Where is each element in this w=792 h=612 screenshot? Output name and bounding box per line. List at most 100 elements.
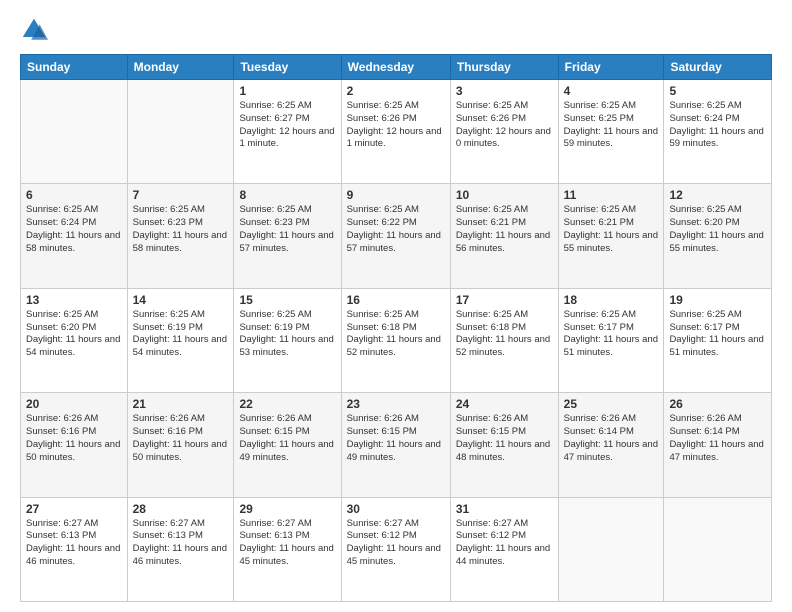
day-number: 8 xyxy=(239,188,335,202)
day-info: Sunrise: 6:25 AM Sunset: 6:23 PM Dayligh… xyxy=(239,204,335,255)
day-info: Sunrise: 6:27 AM Sunset: 6:13 PM Dayligh… xyxy=(133,518,229,569)
weekday-header-monday: Monday xyxy=(127,55,234,80)
calendar-cell: 23Sunrise: 6:26 AM Sunset: 6:15 PM Dayli… xyxy=(341,393,450,497)
weekday-header-wednesday: Wednesday xyxy=(341,55,450,80)
day-info: Sunrise: 6:27 AM Sunset: 6:12 PM Dayligh… xyxy=(347,518,445,569)
day-number: 20 xyxy=(26,397,122,411)
day-info: Sunrise: 6:26 AM Sunset: 6:15 PM Dayligh… xyxy=(456,413,553,464)
week-row-3: 13 Sunrise: 6:25 AM Sunset: 6:20 PM Dayli… xyxy=(21,288,772,392)
calendar-cell: 6 Sunrise: 6:25 AM Sunset: 6:24 PM Daylig… xyxy=(21,184,128,288)
day-number: 19 xyxy=(669,293,766,307)
day-number: 17 xyxy=(456,293,553,307)
day-info: Sunrise: 6:27 AM Sunset: 6:13 PM Dayligh… xyxy=(239,518,335,569)
day-info: Sunrise: 6:26 AM Sunset: 6:14 PM Dayligh… xyxy=(669,413,766,464)
calendar-cell: 1Sunrise: 6:25 AM Sunset: 6:27 PM Daylig… xyxy=(234,80,341,184)
calendar-cell: 15 Sunrise: 6:25 AM Sunset: 6:19 PM Dayli… xyxy=(234,288,341,392)
calendar-cell: 17Sunrise: 6:25 AM Sunset: 6:18 PM Dayli… xyxy=(450,288,558,392)
day-info: Sunrise: 6:25 AM Sunset: 6:24 PM Dayligh… xyxy=(26,204,122,255)
calendar-cell xyxy=(664,497,772,601)
day-info: Sunrise: 6:25 AM Sunset: 6:26 PM Dayligh… xyxy=(347,100,445,151)
calendar-cell: 20 Sunrise: 6:26 AM Sunset: 6:16 PM Dayli… xyxy=(21,393,128,497)
calendar-cell: 18 Sunrise: 6:25 AM Sunset: 6:17 PM Dayli… xyxy=(558,288,664,392)
calendar-cell: 9 Sunrise: 6:25 AM Sunset: 6:22 PM Daylig… xyxy=(341,184,450,288)
day-info: Sunrise: 6:26 AM Sunset: 6:14 PM Dayligh… xyxy=(564,413,659,464)
day-info: Sunrise: 6:25 AM Sunset: 6:20 PM Dayligh… xyxy=(669,204,766,255)
day-number: 7 xyxy=(133,188,229,202)
day-number: 10 xyxy=(456,188,553,202)
calendar-cell: 8 Sunrise: 6:25 AM Sunset: 6:23 PM Daylig… xyxy=(234,184,341,288)
day-number: 25 xyxy=(564,397,659,411)
calendar-cell: 5 Sunrise: 6:25 AM Sunset: 6:24 PM Daylig… xyxy=(664,80,772,184)
calendar-cell: 27 Sunrise: 6:27 AM Sunset: 6:13 PM Dayli… xyxy=(21,497,128,601)
weekday-header-friday: Friday xyxy=(558,55,664,80)
day-info: Sunrise: 6:25 AM Sunset: 6:21 PM Dayligh… xyxy=(456,204,553,255)
day-number: 18 xyxy=(564,293,659,307)
calendar-cell: 13 Sunrise: 6:25 AM Sunset: 6:20 PM Dayli… xyxy=(21,288,128,392)
day-number: 28 xyxy=(133,502,229,516)
calendar-cell: 26 Sunrise: 6:26 AM Sunset: 6:14 PM Dayli… xyxy=(664,393,772,497)
day-number: 26 xyxy=(669,397,766,411)
day-number: 21 xyxy=(133,397,229,411)
calendar-cell: 24Sunrise: 6:26 AM Sunset: 6:15 PM Dayli… xyxy=(450,393,558,497)
day-info: Sunrise: 6:26 AM Sunset: 6:15 PM Dayligh… xyxy=(347,413,445,464)
calendar-cell: 21 Sunrise: 6:26 AM Sunset: 6:16 PM Dayli… xyxy=(127,393,234,497)
logo-icon xyxy=(20,16,48,44)
page: SundayMondayTuesdayWednesdayThursdayFrid… xyxy=(0,0,792,612)
calendar-cell: 3 Sunrise: 6:25 AM Sunset: 6:26 PM Daylig… xyxy=(450,80,558,184)
calendar-cell: 19 Sunrise: 6:25 AM Sunset: 6:17 PM Dayli… xyxy=(664,288,772,392)
day-info: Sunrise: 6:25 AM Sunset: 6:21 PM Dayligh… xyxy=(564,204,659,255)
calendar-cell: 29 Sunrise: 6:27 AM Sunset: 6:13 PM Dayli… xyxy=(234,497,341,601)
calendar-cell: 31 Sunrise: 6:27 AM Sunset: 6:12 PM Dayli… xyxy=(450,497,558,601)
calendar-cell: 22Sunrise: 6:26 AM Sunset: 6:15 PM Dayli… xyxy=(234,393,341,497)
day-number: 5 xyxy=(669,84,766,98)
logo xyxy=(20,16,52,44)
day-number: 13 xyxy=(26,293,122,307)
calendar-cell: 10 Sunrise: 6:25 AM Sunset: 6:21 PM Dayli… xyxy=(450,184,558,288)
day-number: 9 xyxy=(347,188,445,202)
calendar-cell xyxy=(558,497,664,601)
day-number: 3 xyxy=(456,84,553,98)
day-info: Sunrise: 6:27 AM Sunset: 6:13 PM Dayligh… xyxy=(26,518,122,569)
calendar-cell: 25 Sunrise: 6:26 AM Sunset: 6:14 PM Dayli… xyxy=(558,393,664,497)
weekday-header-sunday: Sunday xyxy=(21,55,128,80)
day-number: 31 xyxy=(456,502,553,516)
day-number: 16 xyxy=(347,293,445,307)
weekday-header-saturday: Saturday xyxy=(664,55,772,80)
calendar-cell: 28 Sunrise: 6:27 AM Sunset: 6:13 PM Dayli… xyxy=(127,497,234,601)
day-info: Sunrise: 6:25 AM Sunset: 6:24 PM Dayligh… xyxy=(669,100,766,151)
day-info: Sunrise: 6:25 AM Sunset: 6:17 PM Dayligh… xyxy=(564,309,659,360)
day-number: 6 xyxy=(26,188,122,202)
day-info: Sunrise: 6:25 AM Sunset: 6:19 PM Dayligh… xyxy=(239,309,335,360)
day-number: 15 xyxy=(239,293,335,307)
calendar-cell: 7Sunrise: 6:25 AM Sunset: 6:23 PM Daylig… xyxy=(127,184,234,288)
calendar-cell xyxy=(127,80,234,184)
day-info: Sunrise: 6:26 AM Sunset: 6:16 PM Dayligh… xyxy=(133,413,229,464)
day-number: 27 xyxy=(26,502,122,516)
day-info: Sunrise: 6:25 AM Sunset: 6:25 PM Dayligh… xyxy=(564,100,659,151)
week-row-2: 6 Sunrise: 6:25 AM Sunset: 6:24 PM Daylig… xyxy=(21,184,772,288)
day-info: Sunrise: 6:27 AM Sunset: 6:12 PM Dayligh… xyxy=(456,518,553,569)
day-info: Sunrise: 6:25 AM Sunset: 6:27 PM Dayligh… xyxy=(239,100,335,151)
header xyxy=(20,16,772,44)
week-row-1: 1Sunrise: 6:25 AM Sunset: 6:27 PM Daylig… xyxy=(21,80,772,184)
calendar-cell: 14Sunrise: 6:25 AM Sunset: 6:19 PM Dayli… xyxy=(127,288,234,392)
day-info: Sunrise: 6:25 AM Sunset: 6:17 PM Dayligh… xyxy=(669,309,766,360)
day-number: 11 xyxy=(564,188,659,202)
calendar-cell: 4Sunrise: 6:25 AM Sunset: 6:25 PM Daylig… xyxy=(558,80,664,184)
weekday-header-row: SundayMondayTuesdayWednesdayThursdayFrid… xyxy=(21,55,772,80)
calendar-cell: 30Sunrise: 6:27 AM Sunset: 6:12 PM Dayli… xyxy=(341,497,450,601)
day-info: Sunrise: 6:25 AM Sunset: 6:19 PM Dayligh… xyxy=(133,309,229,360)
calendar-table: SundayMondayTuesdayWednesdayThursdayFrid… xyxy=(20,54,772,602)
day-number: 29 xyxy=(239,502,335,516)
week-row-4: 20 Sunrise: 6:26 AM Sunset: 6:16 PM Dayli… xyxy=(21,393,772,497)
day-info: Sunrise: 6:25 AM Sunset: 6:22 PM Dayligh… xyxy=(347,204,445,255)
day-info: Sunrise: 6:25 AM Sunset: 6:26 PM Dayligh… xyxy=(456,100,553,151)
day-info: Sunrise: 6:26 AM Sunset: 6:16 PM Dayligh… xyxy=(26,413,122,464)
calendar-cell: 2Sunrise: 6:25 AM Sunset: 6:26 PM Daylig… xyxy=(341,80,450,184)
day-info: Sunrise: 6:25 AM Sunset: 6:20 PM Dayligh… xyxy=(26,309,122,360)
calendar-cell: 11 Sunrise: 6:25 AM Sunset: 6:21 PM Dayli… xyxy=(558,184,664,288)
calendar-cell: 12 Sunrise: 6:25 AM Sunset: 6:20 PM Dayli… xyxy=(664,184,772,288)
day-info: Sunrise: 6:25 AM Sunset: 6:18 PM Dayligh… xyxy=(347,309,445,360)
day-number: 12 xyxy=(669,188,766,202)
calendar-cell xyxy=(21,80,128,184)
